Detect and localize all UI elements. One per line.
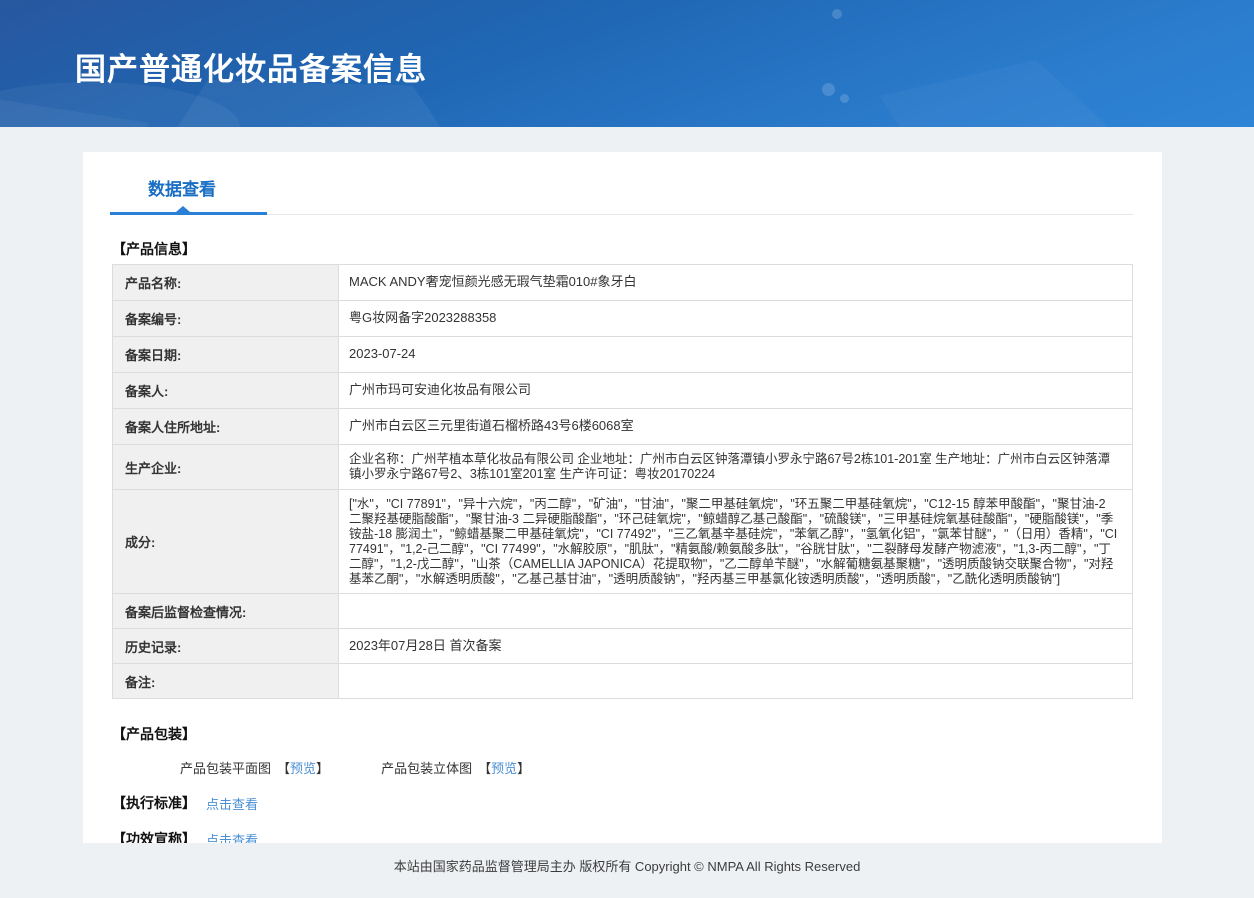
page-header-banner: 国产普通化妆品备案信息: [0, 0, 1254, 127]
packaging-stereo-label: 产品包装立体图: [381, 761, 473, 776]
section-title-packaging: 【产品包装】: [112, 726, 196, 742]
row-label: 成分:: [112, 489, 339, 594]
table-row-product-name: 产品名称: MACK ANDY奢宠恒颜光感无瑕气垫霜010#象牙白: [112, 264, 1133, 301]
tab-underline: [83, 206, 1162, 215]
packaging-flat-group: 产品包装平面图 【 预览 】: [180, 758, 329, 777]
content-card: 数据查看 【产品信息】 产品名称: MACK ANDY奢宠恒颜光感无瑕气垫霜01…: [83, 152, 1162, 843]
packaging-links-row: 产品包装平面图 【 预览 】 产品包装立体图 【 预览 】: [180, 758, 1162, 777]
section-title-standards: 【执行标准】: [112, 795, 196, 811]
row-value: [338, 593, 1133, 629]
table-row-history: 历史记录: 2023年07月28日 首次备案: [112, 628, 1133, 664]
section-title-product-info: 【产品信息】: [112, 241, 196, 257]
packaging-flat-label: 产品包装平面图: [180, 761, 272, 776]
tab-indicator-arrow-icon: [176, 206, 190, 212]
row-label: 备案人:: [112, 372, 339, 409]
table-row-record-number: 备案编号: 粤G妆网备字2023288358: [112, 300, 1133, 337]
row-value: 广州市玛可安迪化妆品有限公司: [338, 372, 1133, 409]
table-row-supervision: 备案后监督检查情况:: [112, 593, 1133, 629]
packaging-stereo-preview-link[interactable]: 预览: [491, 758, 517, 777]
row-label: 产品名称:: [112, 264, 339, 301]
table-row-record-date: 备案日期: 2023-07-24: [112, 336, 1133, 373]
bracket-close: 】: [316, 761, 330, 776]
banner-decor-polygon: [880, 60, 1140, 127]
packaging-stereo-group: 产品包装立体图 【 预览 】: [381, 758, 530, 777]
row-label: 备案编号:: [112, 300, 339, 337]
row-value: 粤G妆网备字2023288358: [338, 300, 1133, 337]
standards-view-link[interactable]: 点击查看: [206, 794, 258, 813]
row-value: 2023年07月28日 首次备案: [338, 628, 1133, 664]
row-label: 备案后监督检查情况:: [112, 593, 339, 629]
tab-divider-line: [267, 214, 1133, 215]
page-footer: 本站由国家药品监督管理局主办 版权所有 Copyright © NMPA All…: [393, 859, 861, 874]
standards-row: 【执行标准】 点击查看: [112, 793, 1162, 813]
efficacy-row: 【功效宣称】 点击查看: [112, 829, 1162, 843]
banner-decor-dot: [822, 83, 835, 96]
row-label: 备案日期:: [112, 336, 339, 373]
bracket-open: 【: [277, 761, 291, 776]
row-label: 生产企业:: [112, 444, 339, 490]
tab-active-indicator: [110, 206, 267, 215]
section-title-efficacy: 【功效宣称】: [112, 831, 196, 843]
row-value: ["水"，"CI 77891"，"异十六烷"，"丙二醇"，"矿油"，"甘油"，"…: [338, 489, 1133, 594]
row-value: MACK ANDY奢宠恒颜光感无瑕气垫霜010#象牙白: [338, 264, 1133, 301]
row-label: 备案人住所地址:: [112, 408, 339, 445]
row-value: 企业名称：广州芊植本草化妆品有限公司 企业地址：广州市白云区钟落潭镇小罗永宁路6…: [338, 444, 1133, 490]
page-title: 国产普通化妆品备案信息: [75, 52, 427, 87]
table-row-ingredients: 成分: ["水"，"CI 77891"，"异十六烷"，"丙二醇"，"矿油"，"甘…: [112, 489, 1133, 594]
tab-data-view[interactable]: 数据查看: [148, 175, 216, 200]
efficacy-view-link[interactable]: 点击查看: [206, 830, 258, 844]
row-value: [338, 663, 1133, 699]
row-label: 历史记录:: [112, 628, 339, 664]
row-value: 2023-07-24: [338, 336, 1133, 373]
packaging-flat-preview-link[interactable]: 预览: [290, 758, 316, 777]
row-label: 备注:: [112, 663, 339, 699]
table-row-registrant-address: 备案人住所地址: 广州市白云区三元里街道石榴桥路43号6楼6068室: [112, 408, 1133, 445]
table-row-manufacturer: 生产企业: 企业名称：广州芊植本草化妆品有限公司 企业地址：广州市白云区钟落潭镇…: [112, 444, 1133, 490]
bracket-open: 【: [478, 761, 492, 776]
product-info-table: 产品名称: MACK ANDY奢宠恒颜光感无瑕气垫霜010#象牙白 备案编号: …: [112, 264, 1133, 699]
banner-decor-dot: [832, 9, 842, 19]
table-row-remarks: 备注:: [112, 663, 1133, 699]
row-value: 广州市白云区三元里街道石榴桥路43号6楼6068室: [338, 408, 1133, 445]
bracket-close: 】: [517, 761, 531, 776]
banner-decor-dot: [840, 94, 849, 103]
table-row-registrant: 备案人: 广州市玛可安迪化妆品有限公司: [112, 372, 1133, 409]
